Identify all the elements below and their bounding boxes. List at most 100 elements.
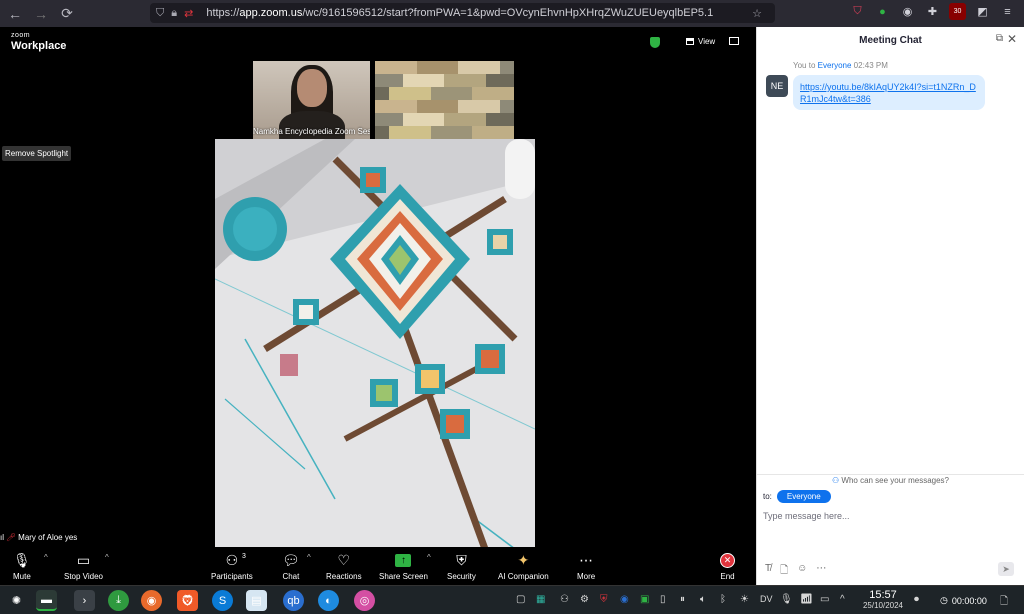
more-dots-icon[interactable]: ⋯ xyxy=(816,563,826,580)
screen-recorder-icon[interactable]: ⏺︎ xyxy=(914,594,919,605)
battery-tray-icon[interactable]: ▯ xyxy=(660,594,666,605)
meeting-chat-panel: Meeting Chat ⧉ ✕ You to Everyone 02:43 P… xyxy=(756,27,1024,585)
telegram-icon[interactable]: ◐ xyxy=(318,590,339,611)
recipient-dropdown[interactable]: Everyone xyxy=(776,490,831,503)
show-desktop-icon[interactable]: ▢ xyxy=(516,594,525,605)
end-button[interactable]: ✕ End xyxy=(720,551,735,581)
chevron-up-icon[interactable]: ^ xyxy=(840,594,845,605)
download-app-icon[interactable]: ⤓ xyxy=(108,590,129,611)
extension-icon[interactable]: ◩ xyxy=(974,3,991,20)
format-text-icon[interactable]: T̸ xyxy=(765,563,771,580)
chat-tools: T̸ 🗋︎ ☺ ⋯ xyxy=(765,563,826,580)
timer-icon: ◷ xyxy=(940,595,948,605)
fullscreen-icon[interactable] xyxy=(729,37,739,45)
mute-button[interactable]: 🎙︎ Mute xyxy=(13,551,31,582)
video-options-chevron-icon[interactable]: ^ xyxy=(105,553,109,562)
clipboard-icon[interactable]: ▦ xyxy=(536,594,545,605)
share-options-chevron-icon[interactable]: ^ xyxy=(427,553,431,562)
document-viewer-icon[interactable]: ▤ xyxy=(246,590,267,611)
spotlight-video xyxy=(215,139,535,549)
permissions-icon[interactable]: ⇄ xyxy=(184,7,193,20)
update-tray-icon[interactable]: ▣ xyxy=(640,594,649,605)
participant-thumbnail-blurred[interactable] xyxy=(375,61,514,139)
extensions-icon[interactable]: ✚ xyxy=(924,3,941,20)
volume-icon[interactable]: 🔈︎ xyxy=(700,594,706,605)
security-tray-icon[interactable]: ⛨ xyxy=(600,594,608,605)
os-taskbar: ✺ ▬ › ⤓ ◉ 🦁︎ S ▤ qb ◐ ◎ ▢ ▦ ⚇ ⚙ ⛨ ◉ ▣ ▯ … xyxy=(0,585,1024,614)
security-shield-icon: ⛨ xyxy=(456,551,467,568)
encryption-shield-icon[interactable] xyxy=(650,37,660,48)
remove-spotlight-button[interactable]: Remove Spotlight xyxy=(2,146,72,161)
share-screen-button[interactable]: ↑ Share Screen xyxy=(379,551,428,581)
send-button[interactable]: ➤ xyxy=(998,562,1014,576)
browser-toolbar: ← → ⟳ ⛉ 🔒︎ ⇄ https://app.zoom.us/wc/9161… xyxy=(0,0,1024,27)
reactions-button[interactable]: ♡ Reactions xyxy=(326,551,362,582)
craft-image xyxy=(215,139,535,549)
qbittorrent-tray-icon[interactable]: ◉ xyxy=(620,594,629,605)
url-text[interactable]: https://app.zoom.us/wc/9161596512/start?… xyxy=(206,7,713,19)
forward-icon[interactable]: → xyxy=(30,3,52,25)
address-bar[interactable]: ⛉ 🔒︎ ⇄ https://app.zoom.us/wc/9161596512… xyxy=(150,3,775,23)
security-button[interactable]: ⛨ Security xyxy=(447,551,476,582)
file-icon[interactable]: 🗋︎ xyxy=(780,563,788,580)
chat-bubble-icon: 💬︎ xyxy=(282,551,300,568)
menu-icon[interactable]: ≡ xyxy=(999,3,1016,20)
ai-companion-button[interactable]: ✦ AI Companion xyxy=(498,551,549,582)
app-launcher-icon[interactable]: ✺ xyxy=(6,590,27,611)
participants-icon: ⚇ xyxy=(225,551,239,568)
meeting-toolbar: 🎙︎ Mute ^ ▭ Stop Video ^ ⚇ Participants … xyxy=(0,547,756,585)
firefox-icon[interactable]: ◉ xyxy=(141,590,162,611)
active-speaker-label: ıl 🎤︎ Mary of Aloe yes xyxy=(0,533,78,542)
network-share-icon[interactable]: ⚇ xyxy=(560,594,569,605)
bluetooth-icon[interactable]: ᛒ xyxy=(720,594,726,605)
terminal-icon[interactable]: › xyxy=(74,590,95,611)
shield-outline-icon[interactable]: ⛉ xyxy=(156,7,164,20)
message-link[interactable]: https://youtu.be/8kIAqUY2k4I?si=t1NZRn_D… xyxy=(800,82,976,104)
media-pause-icon[interactable]: ⏸︎ xyxy=(680,594,685,605)
chat-title: Meeting Chat xyxy=(859,35,922,46)
participant-name: Namkha Encyclopedia Zoom Ses... xyxy=(253,127,370,136)
notes-icon[interactable]: 🗋︎ xyxy=(1000,594,1008,611)
close-icon[interactable]: ✕ xyxy=(1007,32,1017,46)
battery-icon[interactable]: ▭ xyxy=(820,594,829,605)
mute-options-chevron-icon[interactable]: ^ xyxy=(44,553,48,562)
brightness-icon[interactable]: ☀ xyxy=(740,594,749,605)
brave-icon[interactable]: 🦁︎ xyxy=(177,590,198,611)
participants-button[interactable]: ⚇ Participants xyxy=(211,551,253,582)
wifi-icon[interactable]: 📶︎ xyxy=(800,594,813,605)
reload-icon[interactable]: ⟳ xyxy=(56,3,78,25)
pocket-icon[interactable]: ⛉ xyxy=(849,3,866,20)
media-app-icon[interactable]: ◎ xyxy=(354,590,375,611)
microphone-icon: 🎙︎ xyxy=(13,551,31,568)
signal-bars-icon: ıl xyxy=(0,533,4,542)
sparkle-icon: ✦ xyxy=(517,551,530,568)
message-meta: You to Everyone 02:43 PM xyxy=(793,61,888,70)
more-dots-icon: ⋯ xyxy=(579,551,594,568)
who-can-see-link[interactable]: ⚇ Who can see your messages? xyxy=(757,476,1024,485)
task-manager-icon[interactable]: ▬ xyxy=(36,590,57,611)
chat-button[interactable]: 💬︎ Chat xyxy=(282,551,300,582)
chat-options-chevron-icon[interactable]: ^ xyxy=(307,553,311,562)
microphone-tray-icon[interactable]: 🎙︎ xyxy=(780,594,793,605)
skype-icon[interactable]: S xyxy=(212,590,233,611)
ublock-icon[interactable]: 30 xyxy=(949,3,966,20)
recipient-row: to: Everyone xyxy=(763,490,831,503)
view-button[interactable]: View xyxy=(686,37,715,46)
message-input[interactable] xyxy=(763,506,1013,526)
account-icon[interactable]: ◉ xyxy=(899,3,916,20)
gear-icon[interactable]: ⚙ xyxy=(580,594,589,605)
back-icon[interactable]: ← xyxy=(4,3,26,25)
emoji-icon[interactable]: ☺ xyxy=(797,563,807,580)
keyboard-layout[interactable]: DV xyxy=(760,594,773,604)
mic-muted-icon: 🎤︎ xyxy=(6,533,17,542)
popout-icon[interactable]: ⧉ xyxy=(996,33,1003,44)
qbittorrent-icon[interactable]: qb xyxy=(283,590,304,611)
heart-icon: ♡ xyxy=(337,551,351,568)
bookmark-star-icon[interactable]: ☆ xyxy=(752,7,762,20)
clock[interactable]: 15:57 25/10/2024 xyxy=(858,589,908,610)
stop-video-button[interactable]: ▭ Stop Video xyxy=(64,551,103,582)
lock-icon[interactable]: 🔒︎ xyxy=(171,7,177,20)
extension-green-icon[interactable]: ● xyxy=(874,3,891,20)
participant-thumbnail[interactable]: Namkha Encyclopedia Zoom Ses... xyxy=(253,61,370,139)
more-button[interactable]: ⋯ More xyxy=(577,551,595,582)
